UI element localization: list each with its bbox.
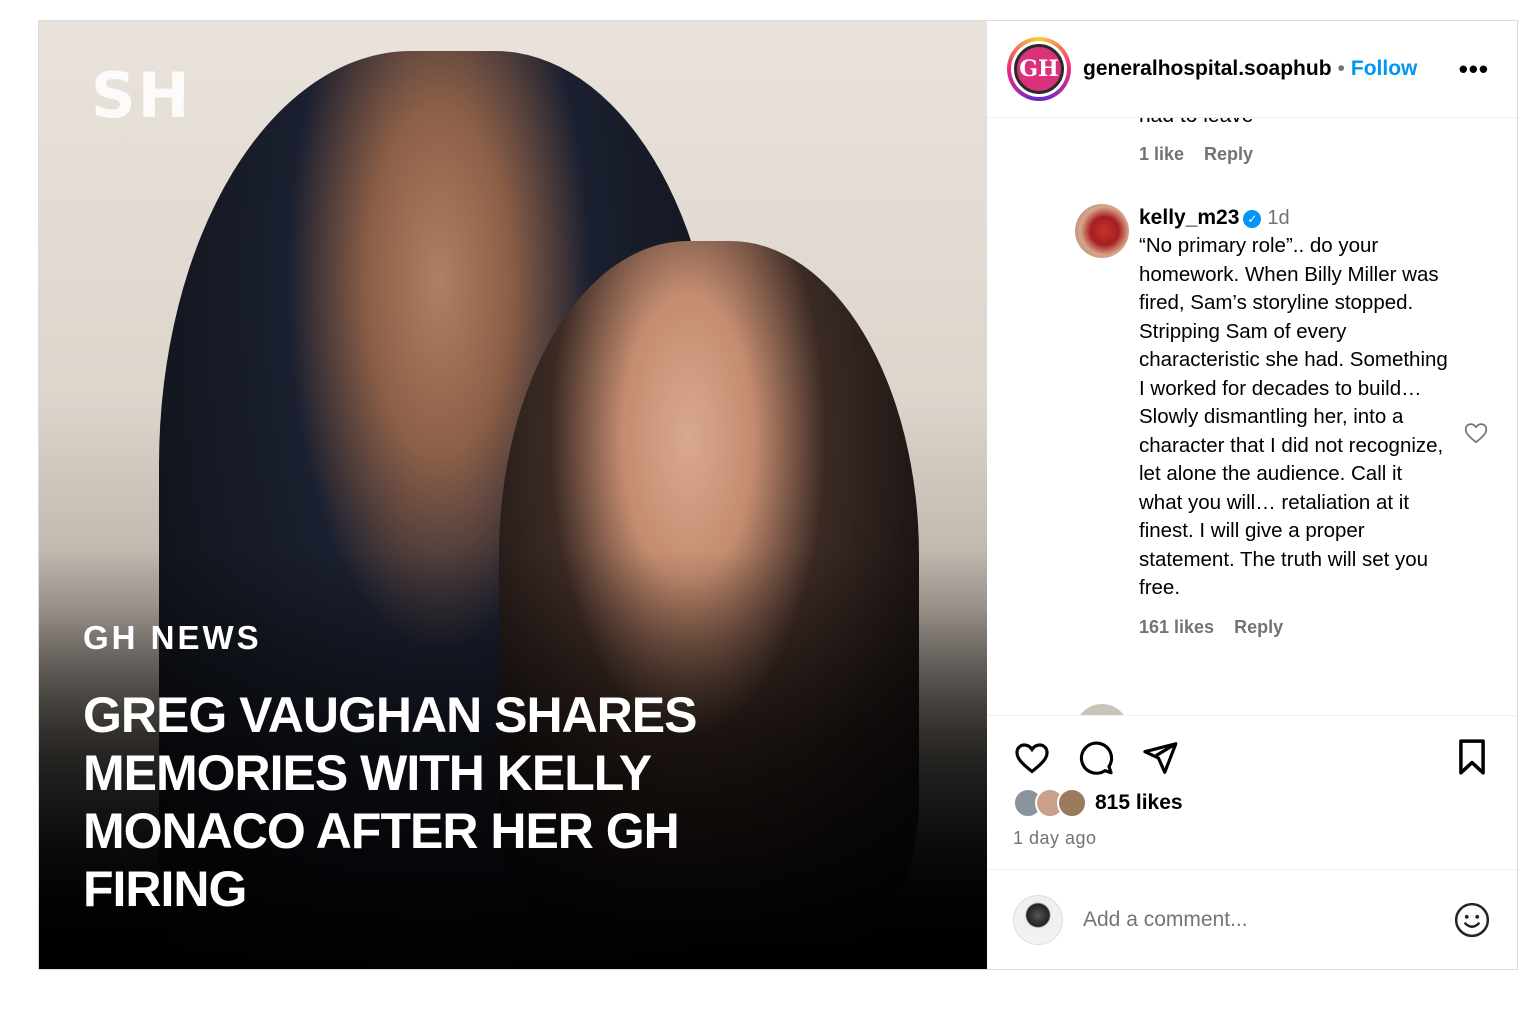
comment-text: “No primary role”.. do your homework. Wh… [1139,234,1448,599]
likes-row: 815 likes [1013,788,1491,818]
post-header: GH generalhospital.soaphub • Follow ••• [987,21,1517,118]
comment-composer [987,869,1517,969]
heart-icon[interactable] [1013,739,1051,777]
follow-button[interactable]: Follow [1351,57,1418,81]
more-icon[interactable]: ••• [1459,54,1489,85]
next-comment-avatar[interactable] [1075,704,1129,715]
comment-likes[interactable]: 161 likes [1139,617,1214,638]
previous-comment-meta: 1 like Reply [1139,144,1253,165]
likes-count[interactable]: 815 likes [1095,791,1183,815]
share-icon[interactable] [1141,739,1179,777]
header-separator: • [1337,57,1345,80]
previous-comment-reply[interactable]: Reply [1204,144,1253,165]
comment-input[interactable] [1083,907,1453,932]
image-headline: GREG VAUGHAN SHARES MEMORIES WITH KELLY … [83,687,697,917]
brand-watermark: SH [91,59,192,132]
liker-avatar [1057,788,1087,818]
comment-icon[interactable] [1077,739,1115,777]
current-user-avatar [1013,894,1063,945]
emoji-icon[interactable] [1453,901,1491,939]
post-image[interactable]: SH GH NEWS GREG VAUGHAN SHARES MEMORIES … [39,21,987,969]
avatar-inner: GH [1011,41,1067,97]
action-icons [1013,738,1491,778]
post-sidebar: GH generalhospital.soaphub • Follow ••• … [987,21,1517,969]
account-logo: GH [1014,44,1064,94]
verified-icon: ✓ [1243,210,1262,228]
account-avatar[interactable]: GH [1007,37,1071,101]
comment: kelly_m23 ✓ 1d “No primary role”.. do your… [1139,206,1449,638]
comment-timestamp[interactable]: 1d [1267,207,1289,229]
post-actions: 815 likes 1 day ago [987,715,1517,969]
previous-comment-likes[interactable]: 1 like [1139,144,1184,165]
comments-list[interactable]: had to leave 1 like Reply kelly_m23✓ 1d “… [987,118,1517,715]
account-username[interactable]: generalhospital.soaphub [1083,57,1332,81]
post-timestamp[interactable]: 1 day ago [1013,828,1491,849]
comment-username[interactable]: kelly_m23 [1139,206,1239,229]
comment-reply[interactable]: Reply [1234,617,1283,638]
comment-meta: 161 likes Reply [1139,617,1449,638]
liker-avatars[interactable] [1013,788,1087,818]
comment-avatar[interactable] [1075,204,1129,258]
image-overline: GH NEWS [83,619,262,656]
previous-comment-text: had to leave [1139,118,1253,128]
comment-heart-icon[interactable] [1463,420,1489,446]
bookmark-icon[interactable] [1455,738,1489,776]
post-container: SH GH NEWS GREG VAUGHAN SHARES MEMORIES … [38,20,1518,970]
